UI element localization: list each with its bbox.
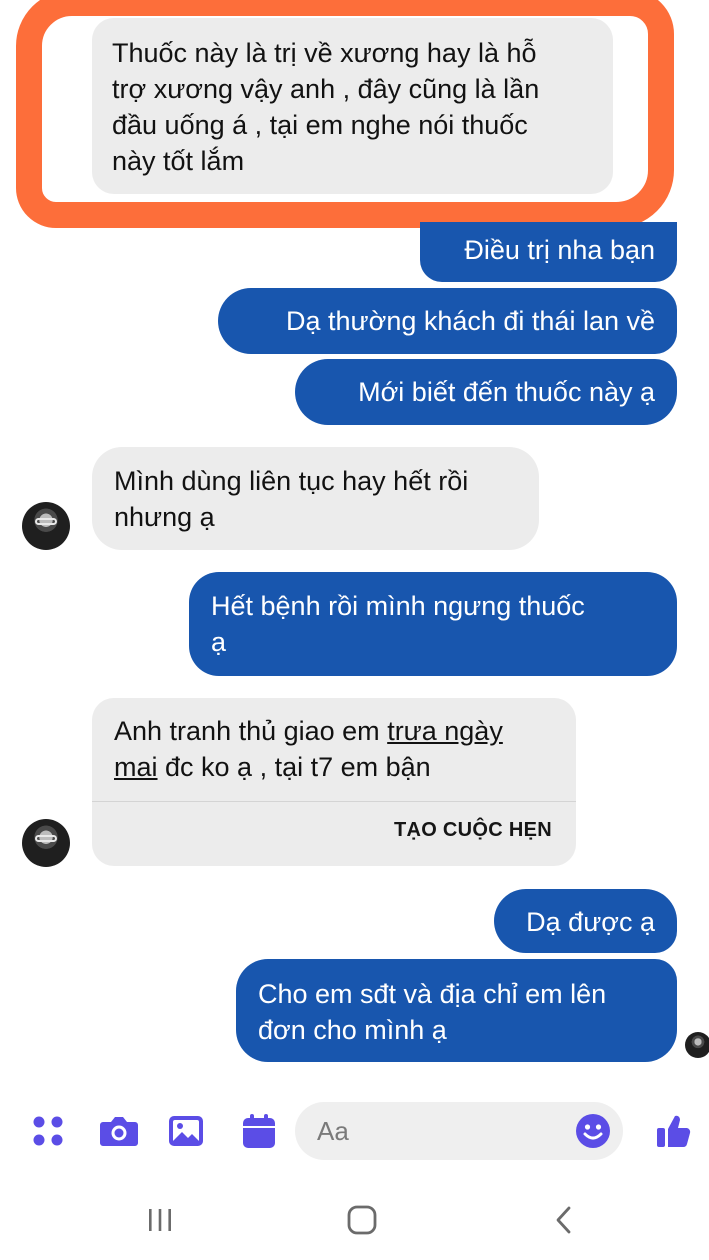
message-line: Thuốc này là trị về xương hay là hỗ — [112, 38, 537, 68]
contact-avatar[interactable] — [22, 819, 70, 867]
divider — [92, 801, 576, 802]
message-line: mai đc ko ạ , tại t7 em bận — [114, 749, 554, 785]
message-line: Anh tranh thủ giao em trưa ngày — [114, 713, 554, 749]
message-bubble-outgoing[interactable]: Hết bệnh rồi mình ngưng thuốc ạ — [189, 572, 677, 676]
system-nav-bar — [0, 1180, 709, 1260]
message-line: trợ xương vậy anh , đây cũng là lần — [112, 74, 540, 104]
message-bubble-outgoing[interactable]: Dạ thường khách đi thái lan về — [218, 288, 677, 354]
contact-avatar[interactable] — [22, 502, 70, 550]
back-icon[interactable] — [534, 1198, 594, 1242]
date-link[interactable]: mai — [114, 752, 158, 782]
message-line: Cho em sđt và địa chỉ em lên — [258, 979, 607, 1009]
message-bubble-outgoing[interactable]: Dạ được ạ — [494, 889, 677, 953]
message-line: đầu uống á , tại em nghe nói thuốc — [112, 110, 528, 140]
message-text: Anh tranh thủ giao em trưa ngày mai đc k… — [92, 698, 576, 801]
composer-bar — [0, 1096, 709, 1166]
message-line: Dạ được ạ — [526, 907, 655, 937]
message-bubble-outgoing[interactable]: Cho em sđt và địa chỉ em lên đơn cho mìn… — [236, 959, 677, 1062]
message-text-plain: Anh tranh thủ giao em — [114, 716, 388, 746]
message-line: đơn cho mình ạ — [258, 1015, 447, 1045]
message-bubble-incoming[interactable]: Mình dùng liên tục hay hết rồi nhưng ạ — [92, 447, 539, 550]
message-line: ạ — [211, 627, 227, 657]
message-line: Điều trị nha bạn — [464, 235, 655, 265]
recents-icon[interactable] — [130, 1198, 190, 1242]
message-input[interactable] — [315, 1114, 569, 1148]
menu-dots-icon[interactable] — [26, 1096, 70, 1166]
date-link[interactable]: trưa ngày — [387, 716, 503, 746]
emoji-icon[interactable] — [575, 1113, 611, 1149]
message-list[interactable]: Thuốc này là trị về xương hay là hỗ trợ … — [0, 0, 709, 1090]
gallery-icon[interactable] — [164, 1096, 208, 1166]
message-bubble-incoming[interactable]: Anh tranh thủ giao em trưa ngày mai đc k… — [92, 698, 576, 866]
message-line: Mình dùng liên tục hay hết rồi — [114, 466, 469, 496]
message-line: Hết bệnh rồi mình ngưng thuốc — [211, 591, 585, 621]
camera-icon[interactable] — [97, 1096, 141, 1166]
calendar-icon[interactable] — [237, 1096, 281, 1166]
thumbs-up-icon[interactable] — [652, 1096, 696, 1166]
seen-avatar — [685, 1032, 709, 1058]
message-input-box[interactable] — [295, 1102, 623, 1160]
message-bubble-outgoing[interactable]: Mới biết đến thuốc này ạ — [295, 359, 677, 425]
message-text-plain: đc ko ạ , tại t7 em bận — [157, 752, 431, 782]
message-line: này tốt lắm — [112, 146, 245, 176]
create-appointment-button[interactable]: TẠO CUỘC HẸN — [394, 812, 552, 848]
message-bubble-outgoing[interactable]: Điều trị nha bạn — [420, 222, 677, 282]
message-line: Mới biết đến thuốc này ạ — [358, 377, 655, 407]
message-line: Dạ thường khách đi thái lan về — [286, 306, 655, 336]
home-icon[interactable] — [332, 1198, 392, 1242]
message-line: nhưng ạ — [114, 502, 215, 532]
message-bubble-incoming[interactable]: Thuốc này là trị về xương hay là hỗ trợ … — [92, 18, 613, 194]
